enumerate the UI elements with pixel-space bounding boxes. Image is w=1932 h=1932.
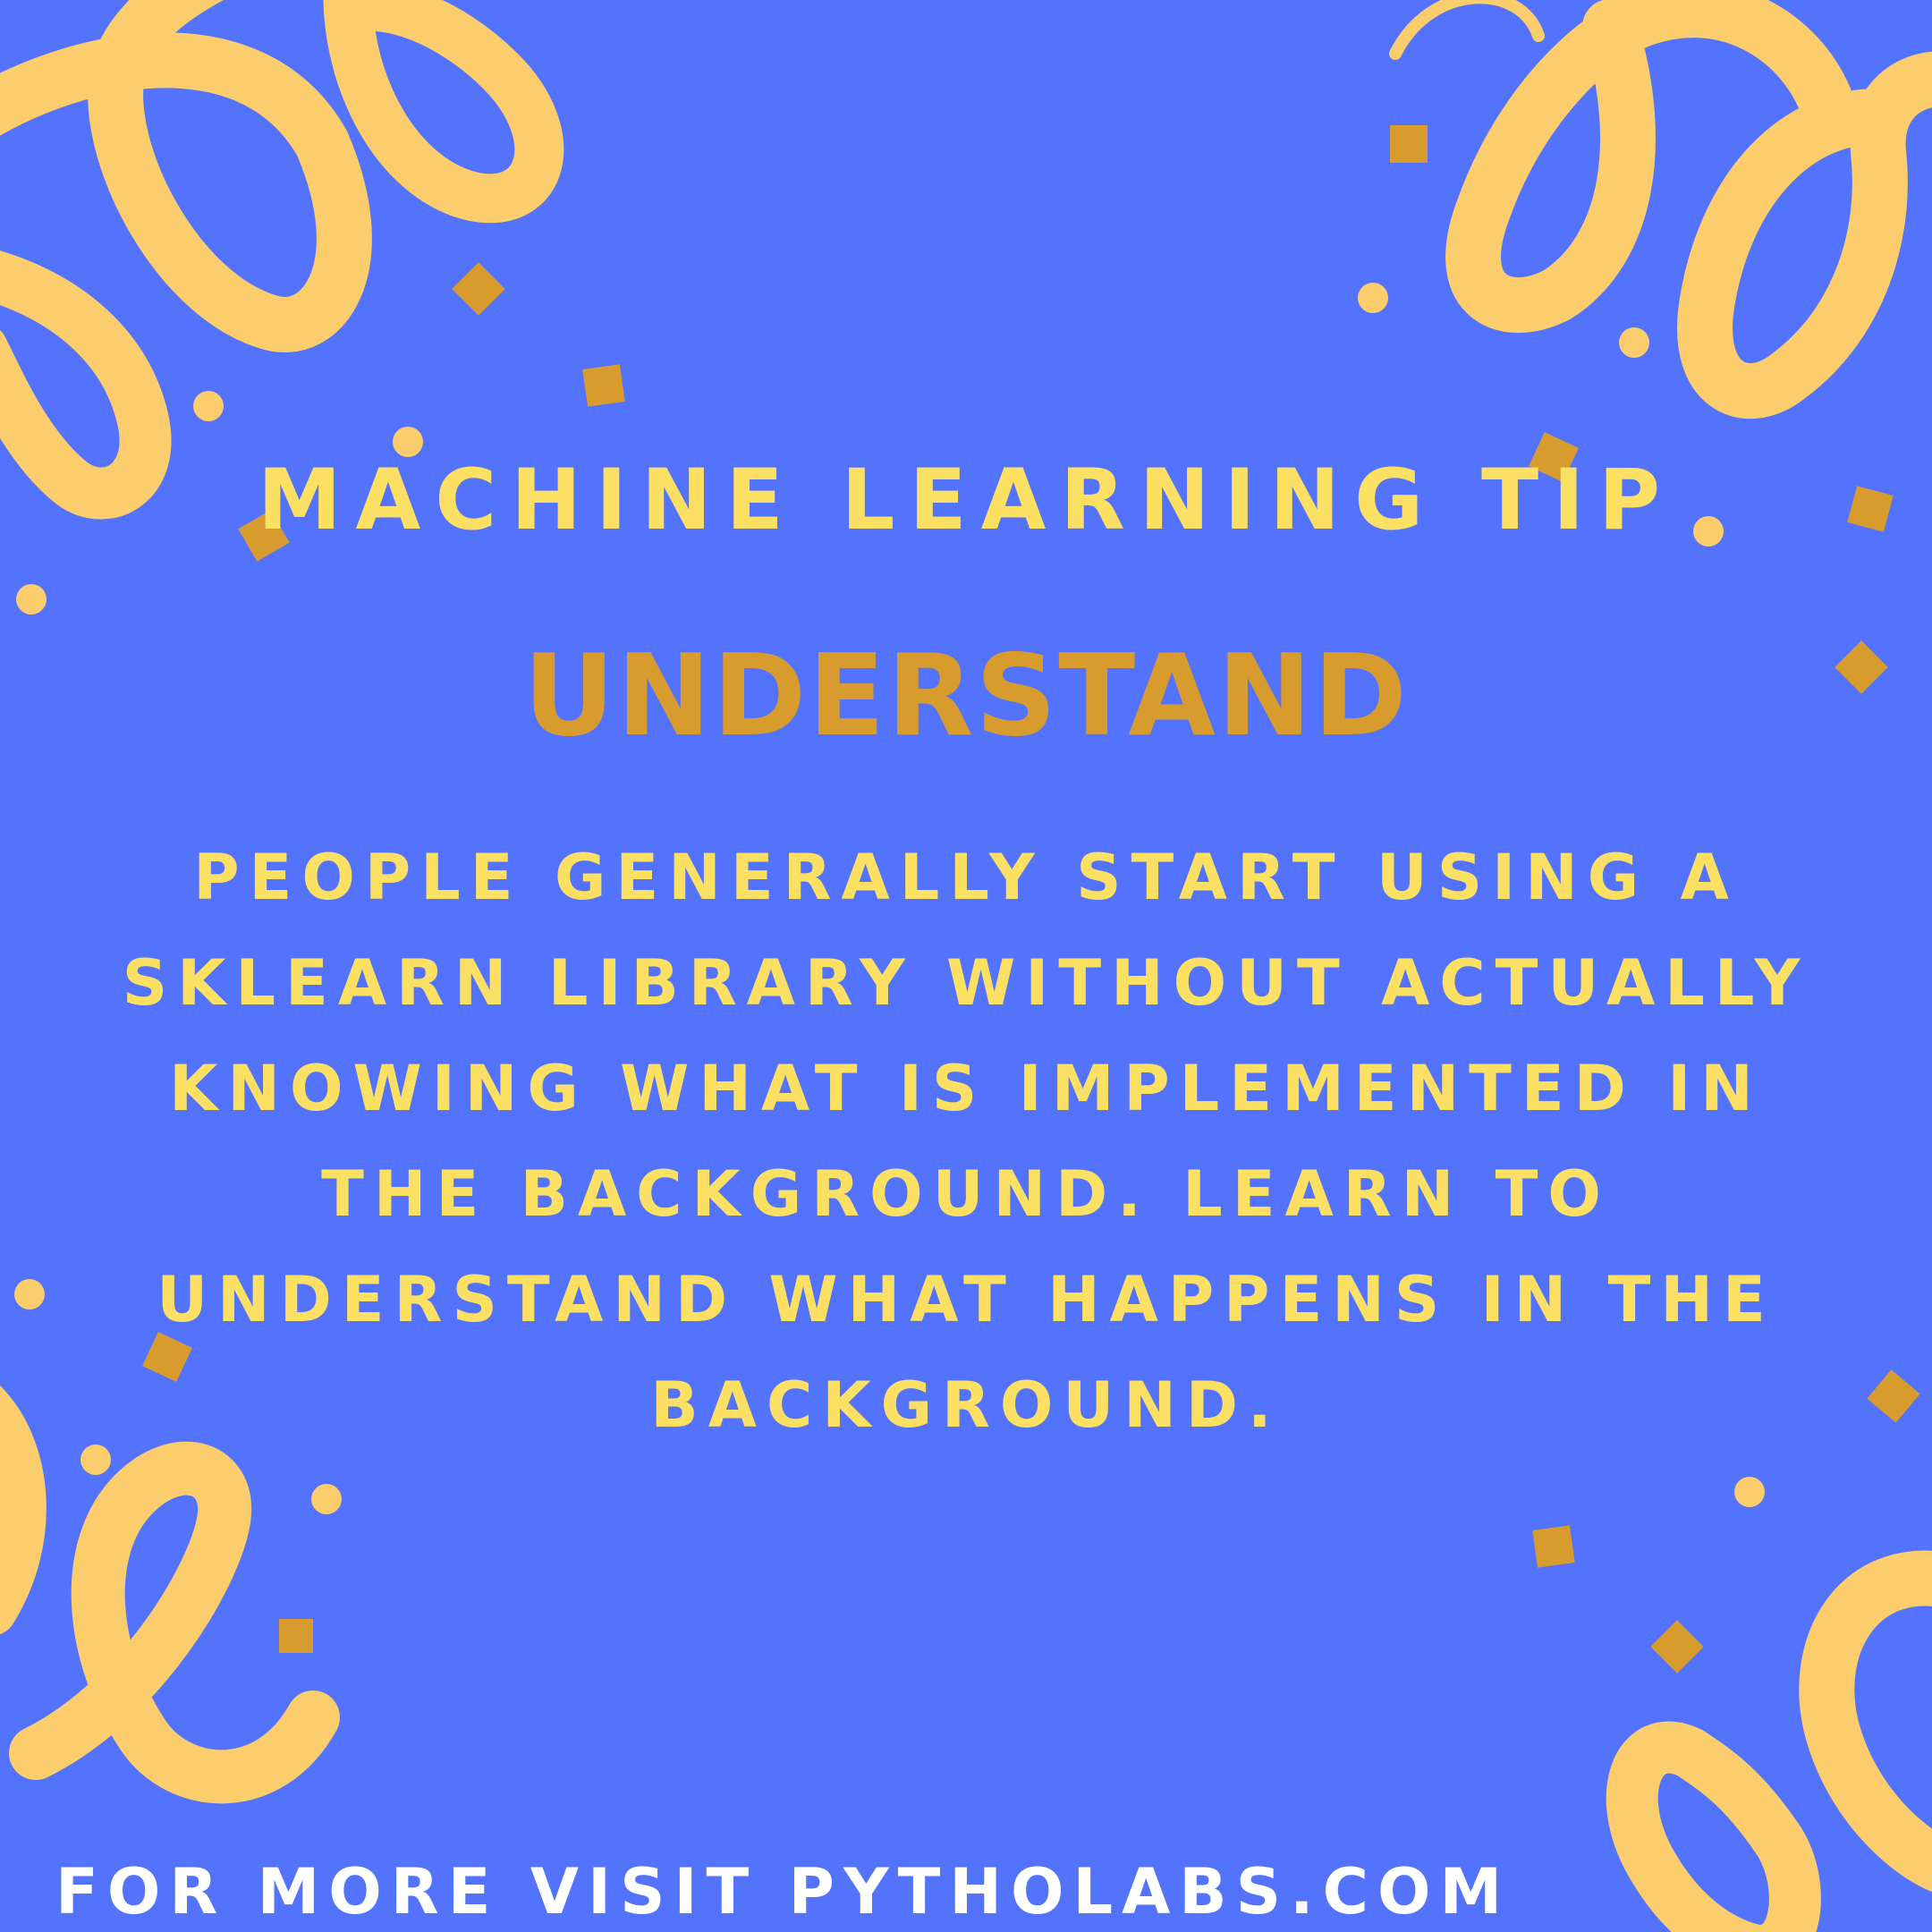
tip-line: UNDERSTAND WHAT HAPPENS IN THE: [157, 1263, 1775, 1336]
streamer-bottom-left-1: [0, 1385, 47, 1634]
streamer-bottom-right-2: [1606, 1721, 1821, 1932]
confetti-dot: [1619, 327, 1649, 358]
confetti-square: [1650, 1620, 1704, 1674]
confetti-dot: [1358, 283, 1388, 313]
tip-line: KNOWING WHAT IS IMPLEMENTED IN: [169, 1052, 1763, 1125]
poster: MACHINE LEARNING TIP UNDERSTAND PEOPLE G…: [0, 0, 1932, 1932]
confetti-square: [279, 1619, 313, 1653]
tip-body: PEOPLE GENERALLY START USING A SKLEARN L…: [54, 825, 1878, 1458]
confetti-square: [1390, 125, 1428, 163]
confetti-square: [582, 364, 625, 407]
confetti-square: [1532, 1525, 1575, 1568]
confetti-dot: [16, 584, 47, 614]
tip-line: THE BACKGROUND. LEARN TO: [321, 1157, 1611, 1231]
streamer-top-right-3: [1677, 51, 1932, 419]
tip-line: BACKGROUND.: [650, 1368, 1282, 1442]
tip-line: SKLEARN LIBRARY WITHOUT ACTUALLY: [122, 946, 1810, 1020]
poster-subtitle: UNDERSTAND: [523, 630, 1409, 761]
tip-line: PEOPLE GENERALLY START USING A: [193, 841, 1739, 914]
confetti-dot: [311, 1484, 342, 1514]
confetti-dot: [193, 391, 224, 421]
confetti-dot: [1734, 1477, 1765, 1507]
streamer-top-right-1: [1389, 0, 1545, 60]
poster-title: MACHINE LEARNING TIP: [258, 452, 1674, 549]
confetti-dot: [14, 1279, 45, 1309]
streamer-bottom-left-2: [9, 1441, 340, 1804]
streamer-top-left-2: [323, 0, 564, 224]
confetti-square: [452, 262, 505, 316]
footer-link[interactable]: FOR MORE VISIT PYTHOLABS.COM: [55, 1852, 1511, 1932]
streamer-bottom-right-1: [1799, 1550, 1932, 1892]
